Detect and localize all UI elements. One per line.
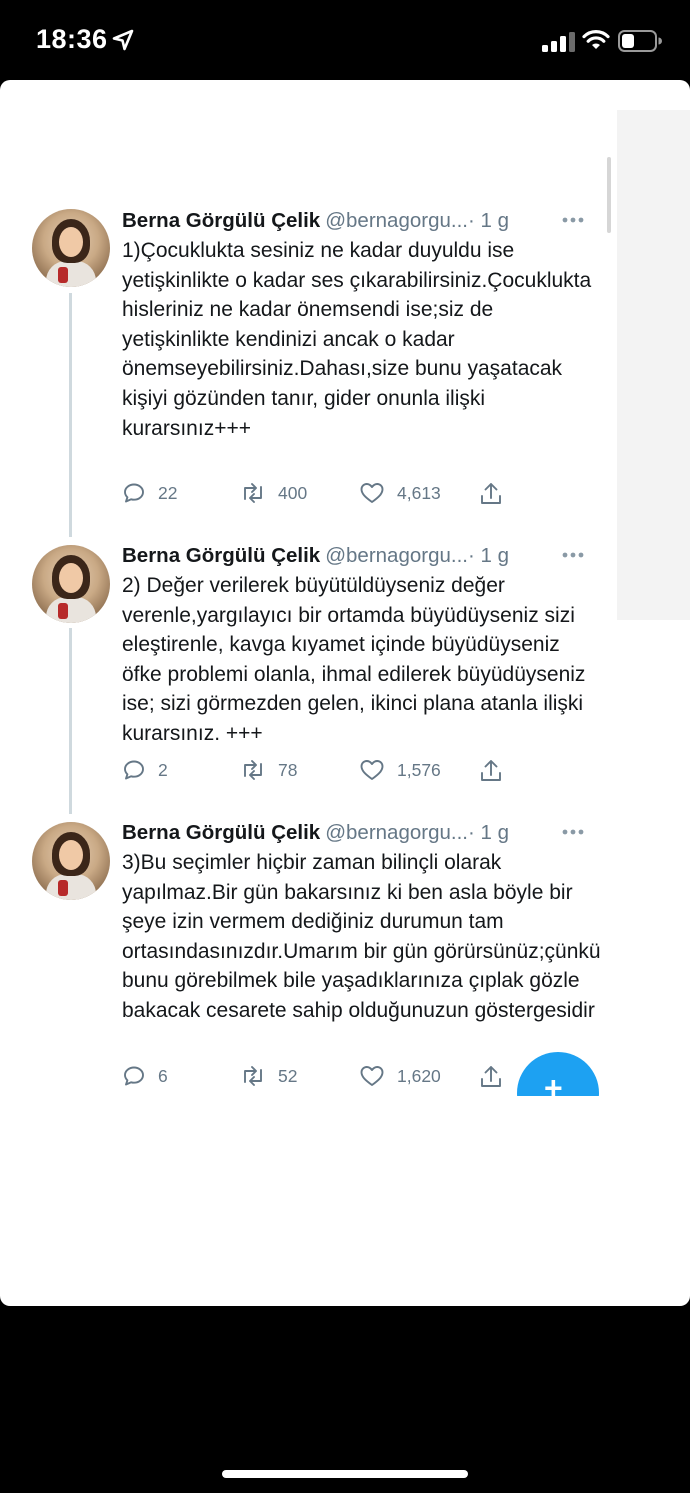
author-handle[interactable]: @bernagorgu... — [325, 821, 468, 844]
tweet-text: 3)Bu seçimler hiçbir zaman bilinçli olar… — [122, 851, 601, 1022]
like-icon — [360, 483, 384, 503]
retweet-button[interactable]: 400 — [240, 481, 307, 505]
avatar[interactable] — [32, 822, 110, 900]
retweet-count: 78 — [278, 759, 298, 780]
tweet-header: Berna Görgülü Çelik @bernagorgu...· 1 g — [122, 544, 509, 568]
tweet-actions: 22 400 4,613 — [122, 481, 602, 511]
author-handle[interactable]: @bernagorgu... — [325, 209, 468, 232]
battery-icon — [618, 30, 662, 52]
retweet-icon — [244, 1066, 262, 1086]
scrollbar-thumb[interactable] — [607, 157, 611, 233]
status-time: 18:36 — [36, 24, 108, 54]
author-name[interactable]: Berna Görgülü Çelik — [122, 821, 320, 844]
tweet-time[interactable]: · 1 g — [468, 209, 509, 232]
retweet-icon — [244, 760, 262, 780]
thread-connector-line — [69, 293, 72, 537]
tweet-header: Berna Görgülü Çelik @bernagorgu...· 1 g — [122, 209, 509, 233]
retweet-icon — [244, 483, 262, 503]
share-button[interactable] — [478, 481, 504, 507]
thread-connector-line — [69, 628, 72, 814]
share-icon — [481, 760, 501, 781]
like-icon — [360, 1066, 384, 1086]
retweet-count: 52 — [278, 1065, 298, 1086]
reply-count: 2 — [158, 759, 168, 780]
share-button[interactable] — [478, 758, 504, 784]
reply-button[interactable]: 2 — [122, 758, 168, 782]
like-button[interactable]: 1,620 — [359, 1064, 441, 1088]
like-button[interactable]: 4,613 — [359, 481, 441, 505]
share-icon — [481, 483, 501, 504]
tweet-text: 2) Değer verilerek büyütüldüyseniz değer… — [122, 574, 586, 745]
author-name[interactable]: Berna Görgülü Çelik — [122, 209, 320, 232]
panel-edge — [617, 110, 690, 620]
avatar[interactable] — [32, 209, 110, 287]
reply-icon — [124, 760, 144, 780]
tweet-header: Berna Görgülü Çelik @bernagorgu...· 1 g — [122, 821, 509, 845]
tweet-text: 1)Çocuklukta sesiniz ne kadar duyuldu is… — [122, 239, 592, 440]
more-icon[interactable] — [562, 829, 584, 835]
wifi-icon — [582, 30, 610, 49]
more-icon[interactable] — [562, 552, 584, 558]
signal-icon — [542, 32, 575, 52]
navigation-arrow-icon — [112, 29, 134, 51]
like-count: 4,613 — [397, 482, 441, 503]
compose-icon: + — [544, 1070, 563, 1096]
reply-button[interactable]: 6 — [122, 1064, 168, 1088]
like-count: 1,576 — [397, 759, 441, 780]
like-icon — [360, 760, 384, 780]
compose-button[interactable]: + — [500, 1040, 620, 1096]
like-count: 1,620 — [397, 1065, 441, 1086]
like-button[interactable]: 1,576 — [359, 758, 441, 782]
reply-count: 22 — [158, 482, 178, 503]
reply-button[interactable]: 22 — [122, 481, 177, 505]
retweet-count: 400 — [278, 482, 308, 503]
author-handle[interactable]: @bernagorgu... — [325, 544, 468, 567]
more-icon[interactable] — [562, 217, 584, 223]
tweet-time[interactable]: · 1 g — [468, 821, 509, 844]
avatar[interactable] — [32, 545, 110, 623]
retweet-button[interactable]: 78 — [240, 758, 297, 782]
reply-icon — [124, 483, 144, 503]
home-indicator[interactable] — [222, 1470, 468, 1478]
tweet-actions: 2 78 1,576 — [122, 758, 602, 788]
tweet-time[interactable]: · 1 g — [468, 544, 509, 567]
author-name[interactable]: Berna Görgülü Çelik — [122, 544, 320, 567]
reply-count: 6 — [158, 1065, 168, 1086]
status-bar: 18:36 — [0, 0, 690, 80]
retweet-button[interactable]: 52 — [240, 1064, 297, 1088]
reply-icon — [124, 1066, 144, 1086]
